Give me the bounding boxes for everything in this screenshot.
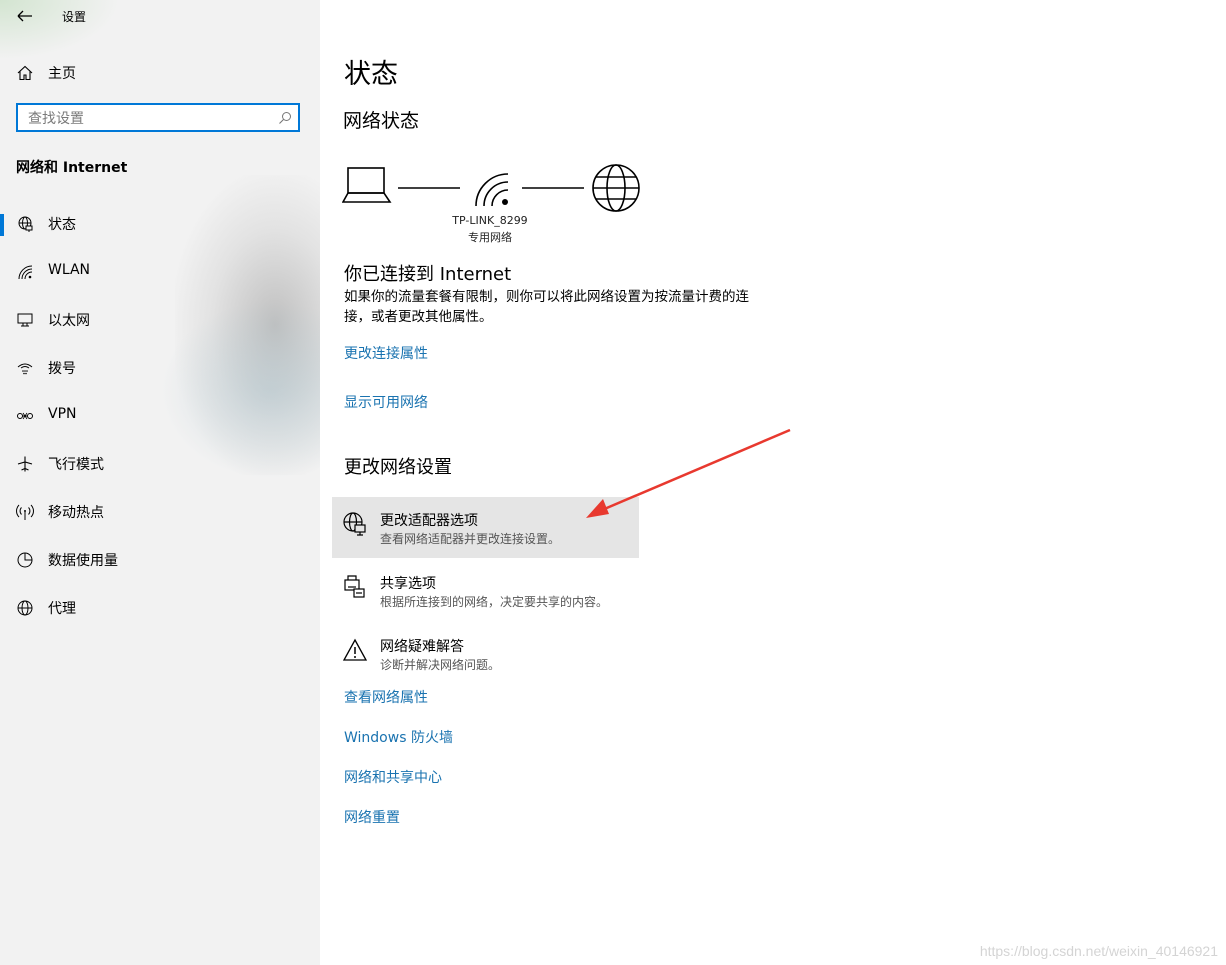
sidebar-item-vpn[interactable]: VPN bbox=[0, 396, 320, 436]
sharing-options[interactable]: 共享选项 根据所连接到的网络，决定要共享的内容。 bbox=[332, 560, 639, 621]
network-name: TP-LINK_8299 bbox=[452, 214, 528, 227]
nav-home[interactable]: 主页 bbox=[0, 56, 320, 90]
back-button[interactable] bbox=[14, 6, 36, 26]
proxy-globe-icon bbox=[16, 599, 34, 617]
change-connection-properties-link[interactable]: 更改连接属性 bbox=[344, 343, 428, 363]
view-network-properties-link[interactable]: 查看网络属性 bbox=[344, 687, 428, 707]
status-globe-icon bbox=[16, 215, 34, 233]
home-icon bbox=[16, 64, 34, 82]
nav-home-label: 主页 bbox=[48, 66, 76, 82]
main-content: 状态 网络状态 TP-LINK_8299 专用网络 你已连接到 Internet… bbox=[320, 0, 1226, 965]
option-description: 诊断并解决网络问题。 bbox=[380, 658, 501, 672]
sidebar-item-status[interactable]: 状态 bbox=[0, 204, 320, 244]
change-adapter-options[interactable]: 更改适配器选项 查看网络适配器并更改连接设置。 bbox=[332, 497, 639, 558]
sidebar-item-label: 拨号 bbox=[48, 361, 76, 377]
active-indicator bbox=[0, 214, 4, 236]
sidebar-item-label: 代理 bbox=[48, 601, 76, 617]
sidebar-item-label: 移动热点 bbox=[48, 505, 104, 521]
wifi-signal-icon bbox=[475, 173, 509, 207]
network-sharing-center-link[interactable]: 网络和共享中心 bbox=[344, 767, 442, 787]
airplane-icon bbox=[16, 455, 34, 473]
back-arrow-icon bbox=[17, 10, 32, 22]
sharing-icon bbox=[342, 574, 368, 600]
window-title: 设置 bbox=[62, 10, 87, 24]
title-bar: 设置 bbox=[0, 0, 320, 32]
search-input[interactable] bbox=[26, 108, 270, 130]
option-description: 查看网络适配器并更改连接设置。 bbox=[380, 532, 561, 546]
adapter-icon bbox=[342, 511, 368, 537]
sidebar-item-ethernet[interactable]: 以太网 bbox=[0, 300, 320, 340]
vpn-icon bbox=[16, 407, 34, 425]
page-title: 状态 bbox=[344, 59, 398, 90]
option-description: 根据所连接到的网络，决定要共享的内容。 bbox=[380, 595, 609, 609]
sidebar-item-dialup[interactable]: 拨号 bbox=[0, 348, 320, 388]
network-reset-link[interactable]: 网络重置 bbox=[344, 807, 400, 827]
laptop-icon bbox=[342, 167, 392, 203]
connected-heading: 你已连接到 Internet bbox=[344, 264, 512, 285]
sidebar-item-data-usage[interactable]: 数据使用量 bbox=[0, 540, 320, 580]
option-title: 共享选项 bbox=[380, 576, 436, 592]
sidebar-item-label: VPN bbox=[48, 406, 77, 422]
annotation-arrow bbox=[586, 428, 791, 518]
sidebar-item-label: WLAN bbox=[48, 262, 91, 278]
watermark: https://blog.csdn.net/weixin_40146921 bbox=[979, 943, 1218, 959]
hotspot-icon bbox=[16, 503, 34, 521]
show-available-networks-link[interactable]: 显示可用网络 bbox=[344, 392, 428, 412]
dialup-icon bbox=[16, 359, 34, 377]
network-status-heading: 网络状态 bbox=[343, 110, 420, 132]
sidebar-item-label: 以太网 bbox=[48, 313, 90, 329]
option-title: 更改适配器选项 bbox=[380, 513, 478, 529]
warning-icon bbox=[342, 637, 368, 663]
search-box[interactable] bbox=[16, 103, 300, 132]
search-icon[interactable] bbox=[278, 111, 292, 125]
sidebar-item-label: 飞行模式 bbox=[48, 457, 104, 473]
change-network-settings-heading: 更改网络设置 bbox=[344, 457, 452, 478]
sidebar-item-label: 数据使用量 bbox=[48, 553, 118, 569]
connected-description: 如果你的流量套餐有限制，则你可以将此网络设置为按流量计费的连接，或者更改其他属性… bbox=[344, 289, 749, 325]
sidebar-item-label: 状态 bbox=[48, 217, 76, 233]
option-title: 网络疑难解答 bbox=[380, 639, 464, 655]
ethernet-icon bbox=[16, 311, 34, 329]
wifi-icon bbox=[16, 263, 34, 281]
section-title: 网络和 Internet bbox=[16, 160, 128, 176]
sidebar-item-proxy[interactable]: 代理 bbox=[0, 588, 320, 628]
network-troubleshooter[interactable]: 网络疑难解答 诊断并解决网络问题。 bbox=[332, 623, 639, 684]
sidebar-item-mobile-hotspot[interactable]: 移动热点 bbox=[0, 492, 320, 532]
data-usage-icon bbox=[16, 551, 34, 569]
windows-firewall-link[interactable]: Windows 防火墙 bbox=[344, 727, 453, 747]
network-type: 专用网络 bbox=[468, 231, 512, 244]
sidebar-item-airplane-mode[interactable]: 飞行模式 bbox=[0, 444, 320, 484]
internet-globe-icon bbox=[592, 164, 640, 212]
sidebar-item-wlan[interactable]: WLAN bbox=[0, 252, 320, 292]
sidebar: 设置 主页 网络和 Internet 状态 WLAN 以太网 bbox=[0, 0, 320, 965]
